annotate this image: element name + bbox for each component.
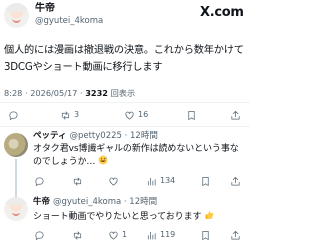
reply-author[interactable]: ペッティ @petty0225 · 12時間 [33,131,158,142]
author-name[interactable]: 牛帝 [35,3,55,15]
avatar[interactable] [4,197,28,221]
retweet-button[interactable] [72,174,83,188]
avatar[interactable] [4,3,29,28]
share-button[interactable] [230,174,241,188]
reply-button[interactable] [34,174,45,188]
reply-icon [9,110,18,120]
tweet-meta: 8:28 · 2026/05/17 · 3232 回表示 [4,88,135,98]
reply-author[interactable]: 牛帝 @gyutei_4koma · 12時間 [33,197,157,208]
reply-text: ショート動画でやりたいと思っております [33,210,245,223]
author-handle[interactable]: @gyutei_4koma [35,16,103,26]
reply-actions: 134 [0,174,250,188]
sweat-smile-icon [98,155,108,165]
like-button[interactable]: 1 [108,228,127,242]
view-count: 3232 [85,88,108,98]
bar-chart-icon [147,231,156,240]
retweet-count: 3 [74,110,80,119]
share-icon [231,110,240,120]
like-button[interactable]: 16 [124,108,148,122]
retweet-icon [73,176,82,186]
heart-icon [109,231,118,240]
heart-icon [109,177,118,186]
bookmark-button[interactable] [186,108,197,122]
share-icon [231,230,240,240]
reply-text: オタク君vs博識ギャルの新作は読めないという事なのでしょうか… [33,144,239,167]
share-icon [231,176,240,186]
bookmark-icon [202,176,209,186]
reply-icon [35,176,44,186]
like-button[interactable] [108,174,119,188]
share-button[interactable] [230,228,241,242]
reply-button[interactable] [34,228,45,242]
views-count: 134 [160,176,176,185]
view-label: 回表示 [110,88,136,98]
thumbs-up-icon [205,211,214,219]
reply-button[interactable] [8,108,22,122]
retweet-button[interactable] [72,228,83,242]
bar-chart-icon [147,177,156,186]
tweet-time[interactable]: 8:28 · 2026/05/17 · [4,88,85,98]
bookmark-button[interactable] [200,228,211,242]
share-button[interactable] [230,108,241,122]
views-button[interactable]: 134 [146,174,175,188]
tweet-actions: 3 16 [0,108,250,122]
retweet-button[interactable]: 3 [60,108,79,122]
retweet-icon [61,110,70,120]
like-count: 1 [122,230,128,239]
retweet-icon [73,230,82,240]
bookmark-button[interactable] [200,174,211,188]
views-count: 119 [160,230,176,239]
reply-actions: 1 119 [0,228,250,242]
divider [0,102,250,103]
views-button[interactable]: 119 [146,228,175,242]
bookmark-icon [188,110,195,120]
x-logo: X.com [200,5,244,20]
tweet-text: 個人的には漫画は撤退戦の決意。これから数年かけて3DCGやショート動画に移行しま… [4,45,244,73]
tweet-header: 牛帝 @gyutei_4koma X.com [0,0,250,30]
avatar[interactable] [4,133,28,157]
heart-icon [125,111,134,120]
reply-icon [35,230,44,240]
like-count: 16 [138,110,149,119]
divider [0,126,250,127]
bookmark-icon [202,230,209,240]
